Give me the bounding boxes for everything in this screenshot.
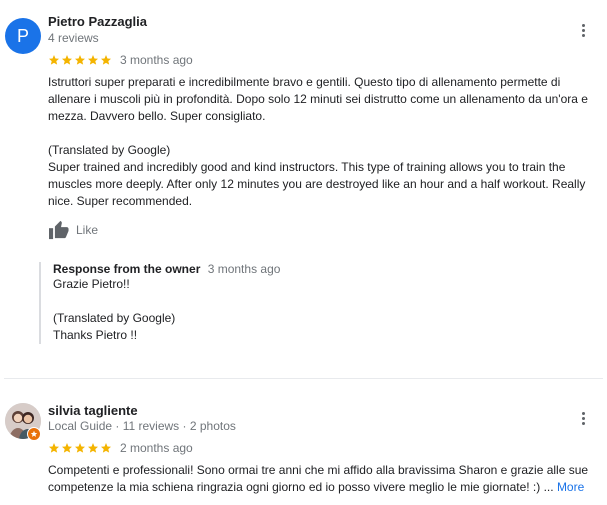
thumbs-up-icon xyxy=(49,220,69,240)
review-card: silvia tagliente Local Guide · 11 review… xyxy=(0,379,607,505)
star-icon xyxy=(75,55,85,65)
more-options-icon[interactable] xyxy=(573,406,593,430)
reviewer-stats[interactable]: Local Guide · 11 reviews · 2 photos xyxy=(48,419,236,433)
review-date: 2 months ago xyxy=(120,441,193,455)
star-icon xyxy=(62,55,72,65)
response-title: Response from the owner xyxy=(53,262,201,276)
star-icon xyxy=(75,443,85,453)
star-icon xyxy=(49,55,59,65)
response-translation: Thanks Pietro !! xyxy=(53,328,138,342)
review-date: 3 months ago xyxy=(120,53,193,67)
owner-response: Response from the owner 3 months ago Gra… xyxy=(39,262,593,344)
response-date: 3 months ago xyxy=(207,262,281,276)
response-header: Response from the owner 3 months ago xyxy=(53,262,593,276)
avatar-initial: P xyxy=(16,25,29,46)
like-button[interactable]: Like xyxy=(48,220,98,240)
response-translated-label: (Translated by Google) xyxy=(53,311,176,325)
more-options-icon[interactable] xyxy=(573,18,593,42)
local-guide-badge-icon xyxy=(27,427,41,441)
star-icon xyxy=(62,443,72,453)
review-card: P Pietro Pazzaglia 4 reviews 3 months ag… xyxy=(0,0,607,378)
star-icon xyxy=(101,55,111,65)
translated-label: (Translated by Google) xyxy=(48,143,171,157)
star-icon xyxy=(49,443,59,453)
response-original: Grazie Pietro!! xyxy=(53,277,130,291)
reviewer-stats[interactable]: 4 reviews xyxy=(48,31,99,45)
star-icon xyxy=(101,443,111,453)
review-translation: Super trained and incredibly good and ki… xyxy=(48,160,586,208)
reviewer-name[interactable]: silvia tagliente xyxy=(48,403,138,418)
like-label: Like xyxy=(76,223,99,237)
star-rating xyxy=(48,442,112,454)
review-original: Istruttori super preparati e incredibilm… xyxy=(48,75,588,123)
more-link[interactable]: More xyxy=(557,480,584,494)
review-text: Competenti e professionali! Sono ormai t… xyxy=(48,462,601,496)
star-icon xyxy=(88,55,98,65)
response-text: Grazie Pietro!! (Translated by Google) T… xyxy=(53,276,593,344)
star-rating xyxy=(48,54,112,66)
review-text: Istruttori super preparati e incredibilm… xyxy=(48,74,601,210)
avatar[interactable]: P xyxy=(5,18,41,54)
review-body: Competenti e professionali! Sono ormai t… xyxy=(48,463,589,494)
reviewer-name[interactable]: Pietro Pazzaglia xyxy=(48,14,147,29)
star-icon xyxy=(88,443,98,453)
